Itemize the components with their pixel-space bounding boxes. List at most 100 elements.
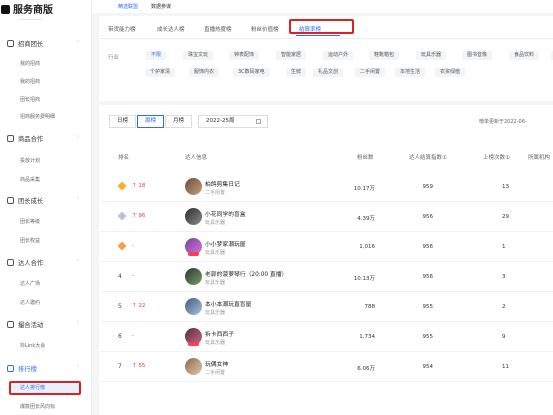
sidebar-item-talent-square[interactable]: 达人广场 [20, 280, 40, 287]
talent-name[interactable]: 玩偶女神 [205, 359, 228, 368]
sidebar-item-my-recruit-2[interactable]: 我的招商 [20, 78, 40, 85]
chip-smart-home[interactable]: 智能家居 [276, 51, 307, 60]
settlement-index: 955 [422, 304, 434, 310]
tab-growth[interactable]: 成长达人榜 [157, 25, 185, 33]
sidebar-item-service-fee[interactable]: 招商服务费明细 [20, 113, 55, 120]
sidebar-group-product[interactable]: 商品合作 ˆ [7, 134, 80, 143]
col-index[interactable]: 达人结算指数① [409, 153, 447, 161]
talent-category: 玩具乐器 [205, 310, 226, 316]
chip-outdoor[interactable]: 运动户外 [323, 51, 354, 60]
list-count: 13 [502, 184, 509, 190]
sidebar-item-talent-invite[interactable]: 达人邀约 [20, 299, 40, 306]
col-ups[interactable]: 上榜次数① [483, 153, 510, 161]
avatar[interactable] [185, 298, 202, 315]
chip-agri[interactable]: 农资绿植 [435, 68, 466, 77]
table-row[interactable]: 7 ↑ 55 玩偶女神 二手闲置 6.06万 954 11 [99, 352, 553, 382]
rank-number: 4 [118, 273, 122, 280]
product-icon [7, 135, 14, 142]
sidebar-item-talent-ranking[interactable]: 达人排行榜 [9, 381, 81, 395]
top-nav-data[interactable]: 数据参谋 [151, 3, 171, 10]
sidebar-item-leader-trend[interactable]: 爆款团长风向标 [20, 403, 55, 410]
avatar[interactable] [185, 328, 202, 346]
avatar[interactable] [185, 178, 202, 195]
recruit-icon [7, 40, 14, 47]
tab-fan-value[interactable]: 粉丝价值榜 [251, 25, 279, 33]
chip-local[interactable]: 本地生活 [395, 68, 426, 77]
chevron-up-icon: ˆ [77, 135, 80, 142]
chip-fresh[interactable]: 生鲜 [286, 68, 307, 77]
sidebar-group-event[interactable]: 撮合活动 ˆ [7, 320, 80, 329]
week-picker[interactable]: 2022-25周 [198, 115, 268, 128]
list-count: 3 [502, 274, 506, 280]
period-week[interactable]: 周榜 [137, 115, 165, 128]
rank-number: 6 [118, 333, 122, 340]
talent-category: 玩具乐器 [205, 220, 226, 226]
chip-watches[interactable]: 钟表配饰 [229, 51, 260, 60]
sidebar-item-link-conf[interactable]: 抖Link大会 [20, 342, 45, 349]
sidebar-group-growth[interactable]: 团长成长 ˆ [7, 196, 80, 205]
sidebar: 服务商版 —————— 招商团长 ˆ 我的招商 我的招商 团长招商 招商服务费明细… [0, 0, 92, 415]
avatar[interactable] [185, 268, 202, 285]
talent-name[interactable]: 老郭的菠萝琴行（20:00 直播） [205, 269, 287, 278]
chip-apparel[interactable]: 服饰内衣 [189, 68, 220, 77]
chip-toys[interactable]: 玩具乐器 [416, 51, 447, 60]
settlement-index: 956 [422, 214, 434, 220]
sidebar-item-rights[interactable]: 团长权益 [20, 237, 40, 244]
avatar[interactable] [185, 208, 202, 225]
sidebar-item-plan[interactable]: 投放计划 [20, 157, 40, 164]
rank-change: - [132, 243, 134, 249]
gold-medal-icon [117, 181, 127, 191]
week-picker-value: 2022-25周 [206, 118, 235, 124]
trophy-icon [7, 365, 14, 372]
sidebar-item-leader-recruit[interactable]: 团长招商 [20, 96, 40, 103]
fan-count: 1,016 [359, 244, 375, 250]
table-row[interactable]: ↑ 96 小花同学的盲盒 玩具乐器 4.39万 956 29 [99, 202, 553, 232]
talent-category: 二手闲置 [205, 370, 226, 376]
table-row[interactable]: ↑ 18 柏鸽剪集日记 二手闲置 10.17万 959 13 [99, 172, 553, 202]
tab-live-heat[interactable]: 直播热度榜 [204, 25, 232, 33]
tab-sales-ability[interactable]: 带货能力榜 [108, 25, 136, 33]
avatar[interactable] [185, 358, 202, 375]
sidebar-group-recruit[interactable]: 招商团长 ˆ [7, 39, 80, 48]
talent-name[interactable]: 小小梦家潮玩屋 [205, 239, 246, 248]
chip-books[interactable]: 图书音像 [462, 51, 493, 60]
chip-shoes-bags[interactable]: 鞋靴箱包 [369, 51, 400, 60]
rank-number: 5 [118, 303, 122, 310]
avatar[interactable] [185, 238, 202, 256]
table-row[interactable]: 5 ↑ 22 本小本潮玩直盲屋 玩具乐器 788 955 2 [99, 292, 553, 322]
list-count: 1 [502, 244, 506, 250]
chip-3c[interactable]: 3C数码家电 [233, 68, 270, 77]
tab-active-underline [296, 35, 340, 36]
chip-food[interactable]: 食品饮料 [509, 51, 540, 60]
chip-gifts[interactable]: 礼品文创 [313, 68, 344, 77]
growth-icon [7, 197, 14, 204]
talent-name[interactable]: 柏鸽剪集日记 [205, 179, 240, 188]
sidebar-group-talent[interactable]: 达人合作 ˆ [7, 258, 80, 267]
period-month[interactable]: 月榜 [165, 115, 193, 128]
calendar-icon [256, 119, 261, 124]
talent-name[interactable]: 本小本潮玩直盲屋 [205, 299, 251, 308]
sidebar-group-ranking[interactable]: 排行榜 ˆ [7, 364, 80, 373]
sidebar-item-level[interactable]: 团长等级 [20, 218, 40, 225]
rank-change: ↑ 22 [132, 303, 146, 309]
sidebar-item-my-recruit[interactable]: 我的招商 [20, 60, 40, 67]
talent-name[interactable]: 拆卡西西子 [205, 329, 234, 338]
table-row[interactable]: 4 - 老郭的菠萝琴行（20:00 直播） 玩具乐器 10.13万 956 3 [99, 262, 553, 292]
sidebar-item-collect[interactable]: 商品采集 [20, 176, 40, 183]
talent-icon [7, 259, 14, 266]
settlement-index: 956 [422, 274, 434, 280]
fan-count: 10.17万 [353, 186, 375, 192]
settlement-index: 956 [422, 244, 434, 250]
chip-second-hand[interactable]: 二手闲置 [355, 68, 386, 77]
chip-personal-care[interactable]: 个护家清 [145, 68, 176, 77]
table-row[interactable]: - 小小梦家潮玩屋 玩具乐器 1,016 956 1 [99, 232, 553, 262]
chevron-up-icon: ˆ [77, 40, 80, 47]
rank-change: - [132, 333, 134, 339]
table-row[interactable]: 6 - 拆卡西西子 玩具乐器 1,734 955 9 [99, 322, 553, 352]
period-day[interactable]: 日榜 [109, 115, 137, 128]
chip-jewelry[interactable]: 珠宝文玩 [183, 51, 214, 60]
chip-all[interactable]: 不限 [146, 51, 167, 60]
brand-logo-icon [1, 5, 10, 14]
talent-name[interactable]: 小花同学的盲盒 [205, 209, 246, 218]
top-nav-selection[interactable]: 精选联盟 [118, 3, 138, 10]
